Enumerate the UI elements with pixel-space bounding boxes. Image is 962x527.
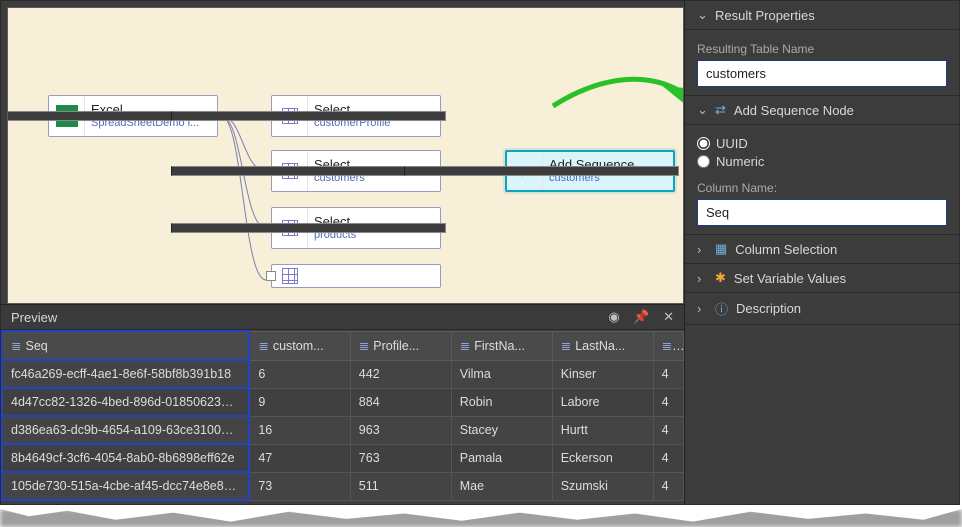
table-row[interactable]: 8b4649cf-3cf6-4054-8ab0-8b6898eff62e4776… xyxy=(2,444,684,472)
col-header[interactable]: ≣ xyxy=(653,331,683,360)
info-icon: ⓘ xyxy=(715,299,728,318)
col-header[interactable]: ≣custom... xyxy=(249,331,350,360)
table-cell: 73 xyxy=(249,472,350,500)
decorative-edge xyxy=(0,509,962,527)
table-row[interactable]: 105de730-515a-4cbe-af45-dcc74e8e88df7351… xyxy=(2,472,684,500)
radio-input[interactable] xyxy=(697,137,710,150)
resulting-table-name-input[interactable] xyxy=(697,60,947,87)
table-cell: Kinser xyxy=(552,360,653,388)
section-add-sequence-node[interactable]: ⌄ ⇄ Add Sequence Node xyxy=(685,96,959,125)
section-description[interactable]: › ⓘ Description xyxy=(685,293,959,325)
table-cell: 763 xyxy=(350,444,451,472)
preview-table: ≣Seq ≣custom... ≣Profile... ≣FirstNa... … xyxy=(1,330,684,501)
section-title: Column Selection xyxy=(735,242,837,257)
radio-input[interactable] xyxy=(697,155,710,168)
table-cell: 4 xyxy=(653,472,683,500)
field-label: Column Name: xyxy=(697,181,947,195)
app-root: X Excel SpreadSheetDemo l... Select cust… xyxy=(0,0,960,505)
table-cell: 4 xyxy=(653,360,683,388)
table-cell: Robin xyxy=(451,388,552,416)
section-title: Set Variable Values xyxy=(734,271,846,286)
chevron-right-icon: › xyxy=(697,301,707,316)
radio-uuid[interactable]: UUID xyxy=(697,136,947,151)
table-cell: Szumski xyxy=(552,472,653,500)
table-cell: Labore xyxy=(552,388,653,416)
table-cell: 442 xyxy=(350,360,451,388)
table-cell: 105de730-515a-4cbe-af45-dcc74e8e88df xyxy=(2,472,249,500)
chevron-right-icon: › xyxy=(697,242,707,257)
section-title: Add Sequence Node xyxy=(734,103,854,118)
flow-canvas[interactable]: X Excel SpreadSheetDemo l... Select cust… xyxy=(7,7,684,304)
node-select-products[interactable]: Select products xyxy=(271,207,441,249)
columns-icon: ▦ xyxy=(715,241,727,257)
table-cell: 4d47cc82-1326-4bed-896d-0185062355f9 xyxy=(2,388,249,416)
close-icon[interactable]: ✕ xyxy=(663,309,674,324)
table-cell: 884 xyxy=(350,388,451,416)
table-cell: 16 xyxy=(249,416,350,444)
table-cell: 511 xyxy=(350,472,451,500)
radio-label: Numeric xyxy=(716,154,764,169)
table-cell: Stacey xyxy=(451,416,552,444)
table-cell: 47 xyxy=(249,444,350,472)
column-name-input[interactable] xyxy=(697,199,947,226)
section-column-selection[interactable]: › ▦ Column Selection xyxy=(685,235,959,264)
table-cell: 4 xyxy=(653,444,683,472)
pin-icon[interactable]: 📌 xyxy=(633,309,649,324)
table-cell: 4 xyxy=(653,388,683,416)
field-label: Resulting Table Name xyxy=(697,42,947,56)
table-cell: 963 xyxy=(350,416,451,444)
section-title: Description xyxy=(736,301,801,316)
port[interactable] xyxy=(171,111,446,121)
table-cell: 8b4649cf-3cf6-4054-8ab0-8b6898eff62e xyxy=(2,444,249,472)
table-cell: Mae xyxy=(451,472,552,500)
left-pane: X Excel SpreadSheetDemo l... Select cust… xyxy=(1,1,684,504)
preview-header: Preview ◉ 📌 ✕ xyxy=(1,305,684,330)
col-header[interactable]: ≣Seq xyxy=(2,331,249,360)
table-row[interactable]: 4d47cc82-1326-4bed-896d-0185062355f99884… xyxy=(2,388,684,416)
grid-icon xyxy=(272,265,308,287)
node-partial[interactable] xyxy=(271,264,441,288)
table-cell: fc46a269-ecff-4ae1-8e6f-58bf8b391b18 xyxy=(2,360,249,388)
col-header[interactable]: ≣FirstNa... xyxy=(451,331,552,360)
table-row[interactable]: d386ea63-dc9b-4654-a109-63ce3100e0341696… xyxy=(2,416,684,444)
radio-label: UUID xyxy=(716,136,748,151)
section-set-variable-values[interactable]: › ✱ Set Variable Values xyxy=(685,264,959,293)
table-cell: 4 xyxy=(653,416,683,444)
chevron-down-icon: ⌄ xyxy=(697,102,707,118)
properties-panel: ⌄ Result Properties Resulting Table Name… xyxy=(684,1,959,504)
sequence-icon: ⇄ xyxy=(715,102,726,118)
table-cell: Pamala xyxy=(451,444,552,472)
chevron-right-icon: › xyxy=(697,271,707,286)
port[interactable] xyxy=(171,223,446,233)
port[interactable] xyxy=(404,166,679,176)
table-cell: 9 xyxy=(249,388,350,416)
chevron-down-icon: ⌄ xyxy=(697,7,707,23)
table-row[interactable]: fc46a269-ecff-4ae1-8e6f-58bf8b391b186442… xyxy=(2,360,684,388)
eye-icon[interactable]: ◉ xyxy=(608,309,619,324)
preview-panel: Preview ◉ 📌 ✕ ≣Seq ≣custom... ≣Profile..… xyxy=(1,304,684,504)
radio-numeric[interactable]: Numeric xyxy=(697,154,947,169)
section-result-properties[interactable]: ⌄ Result Properties xyxy=(685,1,959,30)
col-header[interactable]: ≣LastNa... xyxy=(552,331,653,360)
table-cell: 6 xyxy=(249,360,350,388)
variable-icon: ✱ xyxy=(715,270,726,286)
port[interactable] xyxy=(266,271,276,281)
table-cell: d386ea63-dc9b-4654-a109-63ce3100e034 xyxy=(2,416,249,444)
col-header[interactable]: ≣Profile... xyxy=(350,331,451,360)
section-title: Result Properties xyxy=(715,8,815,23)
node-add-sequence[interactable]: ⇄ Add Sequence customers xyxy=(505,150,675,192)
node-select-customerprofile[interactable]: Select customerProfile xyxy=(271,95,441,137)
preview-title: Preview xyxy=(11,310,57,325)
table-cell: Hurtt xyxy=(552,416,653,444)
table-cell: Eckerson xyxy=(552,444,653,472)
table-cell: Vilma xyxy=(451,360,552,388)
